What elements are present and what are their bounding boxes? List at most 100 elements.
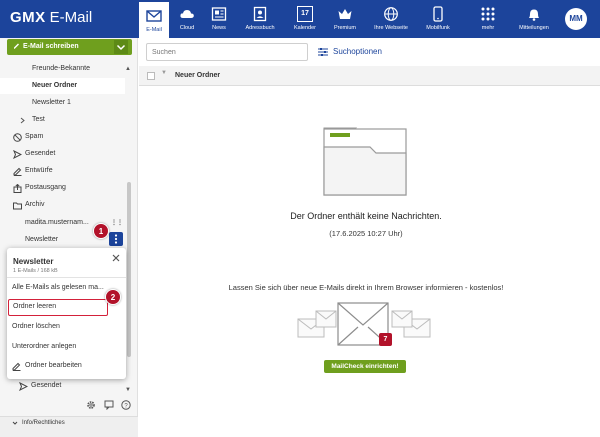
nav-premium[interactable]: Premium: [329, 0, 361, 38]
nav-mobile-label: Mobilfunk: [426, 25, 450, 31]
folder-entwuerfe[interactable]: Entwürfe: [0, 163, 130, 179]
gear-icon[interactable]: [86, 400, 96, 410]
nav-mobile[interactable]: Mobilfunk: [420, 0, 456, 38]
menu-item-empty-folder[interactable]: Ordner leeren: [8, 299, 108, 316]
folder-neuer-ordner[interactable]: Neuer Ordner: [0, 78, 125, 94]
account-name: madita.musternam...: [25, 219, 89, 226]
chevron-down-icon[interactable]: ▼: [161, 70, 167, 76]
user-avatar[interactable]: MM: [565, 8, 587, 30]
nav-website[interactable]: Ihre Webseite: [369, 0, 413, 38]
folder-archiv[interactable]: Archiv: [0, 197, 130, 213]
pencil-icon: [12, 362, 21, 371]
close-icon[interactable]: [111, 253, 121, 263]
mailcheck-promo-text: Lassen Sie sich über neue E-Mails direkt…: [228, 283, 504, 292]
folder-postausgang[interactable]: Postausgang: [0, 180, 130, 196]
crown-icon: [338, 9, 352, 19]
notification-count-badge: 7: [379, 333, 392, 346]
compose-label: E-Mail schreiben: [23, 43, 79, 50]
empty-folder-message: Der Ordner enthält keine Nachrichten.: [290, 211, 442, 221]
calendar-icon: 17: [297, 6, 313, 22]
folder-gesendet-2[interactable]: Gesendet: [0, 378, 130, 394]
nav-more[interactable]: mehr: [474, 0, 502, 38]
folder-label: Freunde-Bekannte: [32, 65, 90, 72]
mailcheck-setup-button[interactable]: MailCheck einrichten!: [324, 360, 406, 373]
phone-icon: [433, 6, 443, 22]
folder-label: Postausgang: [25, 184, 66, 191]
current-folder-name: Neuer Ordner: [175, 72, 221, 79]
envelope-icon: [146, 10, 162, 22]
nav-news-label: News: [212, 25, 226, 31]
folder-label: Spam: [25, 133, 44, 140]
nav-calendar[interactable]: 17 Kalender: [289, 0, 321, 38]
menu-item-create-subfolder[interactable]: Unterordner anlegen: [12, 343, 76, 350]
send-icon: [19, 382, 28, 391]
cloud-icon: [180, 10, 194, 18]
pencil-icon: [13, 167, 22, 176]
info-legal-bar[interactable]: Info/Rechtliches: [0, 416, 138, 437]
select-all-checkbox[interactable]: [147, 72, 155, 80]
compose-button[interactable]: E-Mail schreiben: [7, 39, 132, 55]
chevron-right-icon[interactable]: [20, 117, 25, 124]
sidebar-scrollbar[interactable]: [127, 182, 131, 357]
chevron-down-icon[interactable]: [114, 40, 128, 54]
info-legal-label: Info/Rechtliches: [22, 420, 65, 426]
nav-news[interactable]: News: [204, 0, 234, 38]
envelopes-illustration: [297, 302, 431, 346]
search-options-label: Suchoptionen: [333, 47, 382, 56]
folder-label: Gesendet: [25, 150, 56, 157]
brand-name: GMX: [10, 9, 46, 26]
nav-cloud-label: Cloud: [179, 25, 195, 31]
send-icon: [13, 150, 22, 159]
grid-icon: [481, 7, 495, 21]
message-list-header: ▼ Neuer Ordner: [139, 66, 600, 86]
filter-icon: [318, 48, 328, 56]
nav-calendar-label: Kalender: [293, 25, 317, 31]
empty-folder-illustration: [323, 127, 407, 196]
folder-newsletter-1[interactable]: Newsletter 1: [0, 95, 130, 111]
gmx-logo[interactable]: GMX E-Mail: [10, 9, 92, 26]
spam-icon: [13, 133, 22, 142]
folder-label: Newsletter 1: [32, 99, 71, 106]
folder-gesendet[interactable]: Gesendet: [0, 146, 130, 162]
menu-item-mark-all-read[interactable]: Alle E-Mails als gelesen ma...: [12, 284, 104, 291]
nav-more-label: mehr: [481, 25, 495, 31]
nav-addressbook-label: Adressbuch: [245, 25, 275, 31]
sidebar-footer: ?: [0, 397, 138, 417]
help-icon[interactable]: ?: [121, 400, 131, 410]
nav-premium-label: Premium: [333, 25, 356, 31]
folder-freunde-bekannte[interactable]: Freunde-Bekannte: [0, 61, 130, 77]
folder-test[interactable]: Test: [0, 112, 130, 128]
folder-label: Gesendet: [31, 382, 62, 389]
more-dots-icon[interactable]: ⋮⋮: [111, 215, 123, 231]
search-input[interactable]: [146, 43, 308, 61]
nav-cloud[interactable]: Cloud: [172, 0, 202, 38]
scroll-down-arrow[interactable]: ▼: [125, 387, 131, 393]
nav-website-label: Ihre Webseite: [374, 25, 408, 31]
folder-options-button[interactable]: [109, 232, 123, 246]
callout-badge-1: 1: [93, 223, 109, 239]
empty-folder-date: (17.6.2025 10:27 Uhr): [329, 229, 403, 238]
menu-divider: [7, 277, 126, 278]
folder-label: Test: [32, 116, 45, 123]
menu-item-delete-folder[interactable]: Ordner löschen: [12, 323, 60, 330]
folder-label: Newsletter: [25, 236, 59, 243]
nav-notifications[interactable]: Mitteilungen: [514, 0, 554, 38]
folder-spam[interactable]: Spam: [0, 129, 130, 145]
chevron-down-icon: [12, 421, 18, 425]
nav-email[interactable]: E-Mail: [139, 0, 169, 38]
top-navigation-bar: GMX E-Mail E-Mail Cloud News Adressbuch 1…: [0, 0, 600, 38]
folder-newsletter[interactable]: Newsletter: [0, 232, 108, 248]
folder-label: Neuer Ordner: [32, 82, 78, 89]
folder-context-menu: Newsletter 1 E-Mails / 168 kB Alle E-Mai…: [7, 248, 126, 379]
nav-addressbook[interactable]: Adressbuch: [242, 0, 278, 38]
account-row[interactable]: madita.musternam... ⋮⋮: [0, 215, 130, 231]
vertical-dots-icon: [114, 234, 118, 244]
menu-subtitle: 1 E-Mails / 168 kB: [13, 268, 58, 274]
pen-icon: [14, 43, 19, 49]
feedback-icon[interactable]: [104, 400, 114, 410]
callout-badge-2: 2: [105, 289, 121, 305]
news-icon: [211, 7, 227, 21]
app-name: E-Mail: [49, 9, 93, 26]
globe-icon: [384, 7, 398, 21]
bell-icon: [529, 9, 539, 21]
